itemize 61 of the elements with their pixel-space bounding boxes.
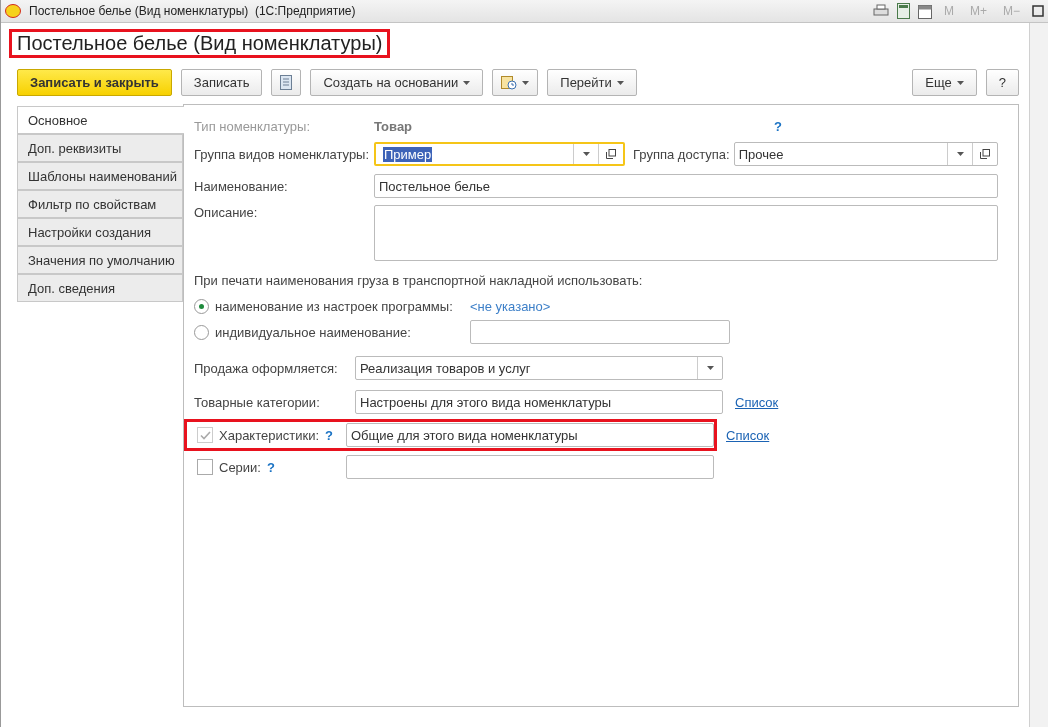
field-value: Товар xyxy=(374,118,414,134)
list-button[interactable] xyxy=(271,69,302,96)
field-label: Группа видов номенклатуры: xyxy=(194,146,371,162)
list-icon xyxy=(280,75,293,90)
value-link[interactable]: <не указано> xyxy=(470,298,551,314)
caret-icon xyxy=(616,80,624,85)
window-title: Постельное белье (Вид номенклатуры) (1С:Предприятие) xyxy=(29,4,357,18)
form-title: Постельное белье (Вид номенклатуры) xyxy=(17,31,383,55)
open-icon xyxy=(606,149,616,159)
caret-icon xyxy=(956,80,964,85)
radio-button[interactable] xyxy=(194,298,209,314)
report-menu-button[interactable] xyxy=(492,69,539,96)
option-label: Серии: xyxy=(219,459,261,475)
section-caption: При печати наименования груза в транспортной накладной использовать: xyxy=(194,272,643,288)
tab[interactable]: Основное xyxy=(17,106,184,134)
field-label: Тип номенклатуры: xyxy=(194,118,312,134)
option-label: наименование из настроек программы: xyxy=(215,298,454,314)
document-clock-icon xyxy=(501,75,518,90)
input-field[interactable]: Настроены для этого вида номенклатуры xyxy=(355,390,723,414)
help-link[interactable]: ? xyxy=(267,459,275,475)
menu-button[interactable]: Еще xyxy=(912,69,977,96)
menu-button[interactable]: Перейти xyxy=(547,69,637,96)
caret-icon xyxy=(706,366,714,370)
field-label: Товарные категории: xyxy=(194,394,321,410)
option-label: индивидуальное наименование: xyxy=(215,324,412,340)
maximize-icon[interactable] xyxy=(1032,5,1044,17)
caret-icon xyxy=(582,152,590,156)
combo-field[interactable]: Пример xyxy=(374,142,625,166)
field-label: Наименование: xyxy=(194,178,289,194)
tab[interactable]: Значения по умолчанию xyxy=(17,246,183,274)
app-logo-icon xyxy=(5,4,21,18)
calculator-icon[interactable] xyxy=(896,3,910,19)
tab[interactable]: Шаблоны наименований xyxy=(17,162,183,190)
tab[interactable]: Доп. реквизиты xyxy=(17,134,183,162)
field-label: Группа доступа: xyxy=(633,146,730,162)
combo-field[interactable]: Реализация товаров и услуг xyxy=(355,356,723,380)
toolbar-button[interactable]: ? xyxy=(985,69,1019,96)
open-icon xyxy=(980,149,990,159)
input-field[interactable] xyxy=(346,455,714,479)
field-label: Продажа оформляется: xyxy=(194,360,339,376)
list-link[interactable]: Список xyxy=(735,394,779,410)
caret-icon xyxy=(463,80,471,85)
input-field[interactable]: Постельное белье xyxy=(374,174,998,198)
tab[interactable]: Фильтр по свойствам xyxy=(17,190,183,218)
toolbar-button[interactable]: Записать xyxy=(180,69,263,96)
tab[interactable]: Доп. сведения xyxy=(17,274,183,302)
tab[interactable]: Настройки создания xyxy=(17,218,183,246)
radio-button[interactable] xyxy=(194,324,209,340)
field-label: Описание: xyxy=(194,205,259,220)
save-and-close-button[interactable]: Записать и закрыть xyxy=(17,69,172,96)
checkbox[interactable] xyxy=(197,459,213,475)
combo-field[interactable]: Прочее xyxy=(733,142,998,166)
option-label: Характеристики: xyxy=(219,427,319,443)
text-area[interactable] xyxy=(374,205,998,261)
input-field[interactable] xyxy=(470,320,730,344)
caret-icon xyxy=(522,80,530,85)
calendar-icon[interactable] xyxy=(917,3,932,19)
menu-button[interactable]: Создать на основании xyxy=(310,69,484,96)
help-link[interactable]: ? xyxy=(774,118,782,134)
caret-icon xyxy=(956,152,964,156)
printer-icon[interactable] xyxy=(872,4,889,18)
